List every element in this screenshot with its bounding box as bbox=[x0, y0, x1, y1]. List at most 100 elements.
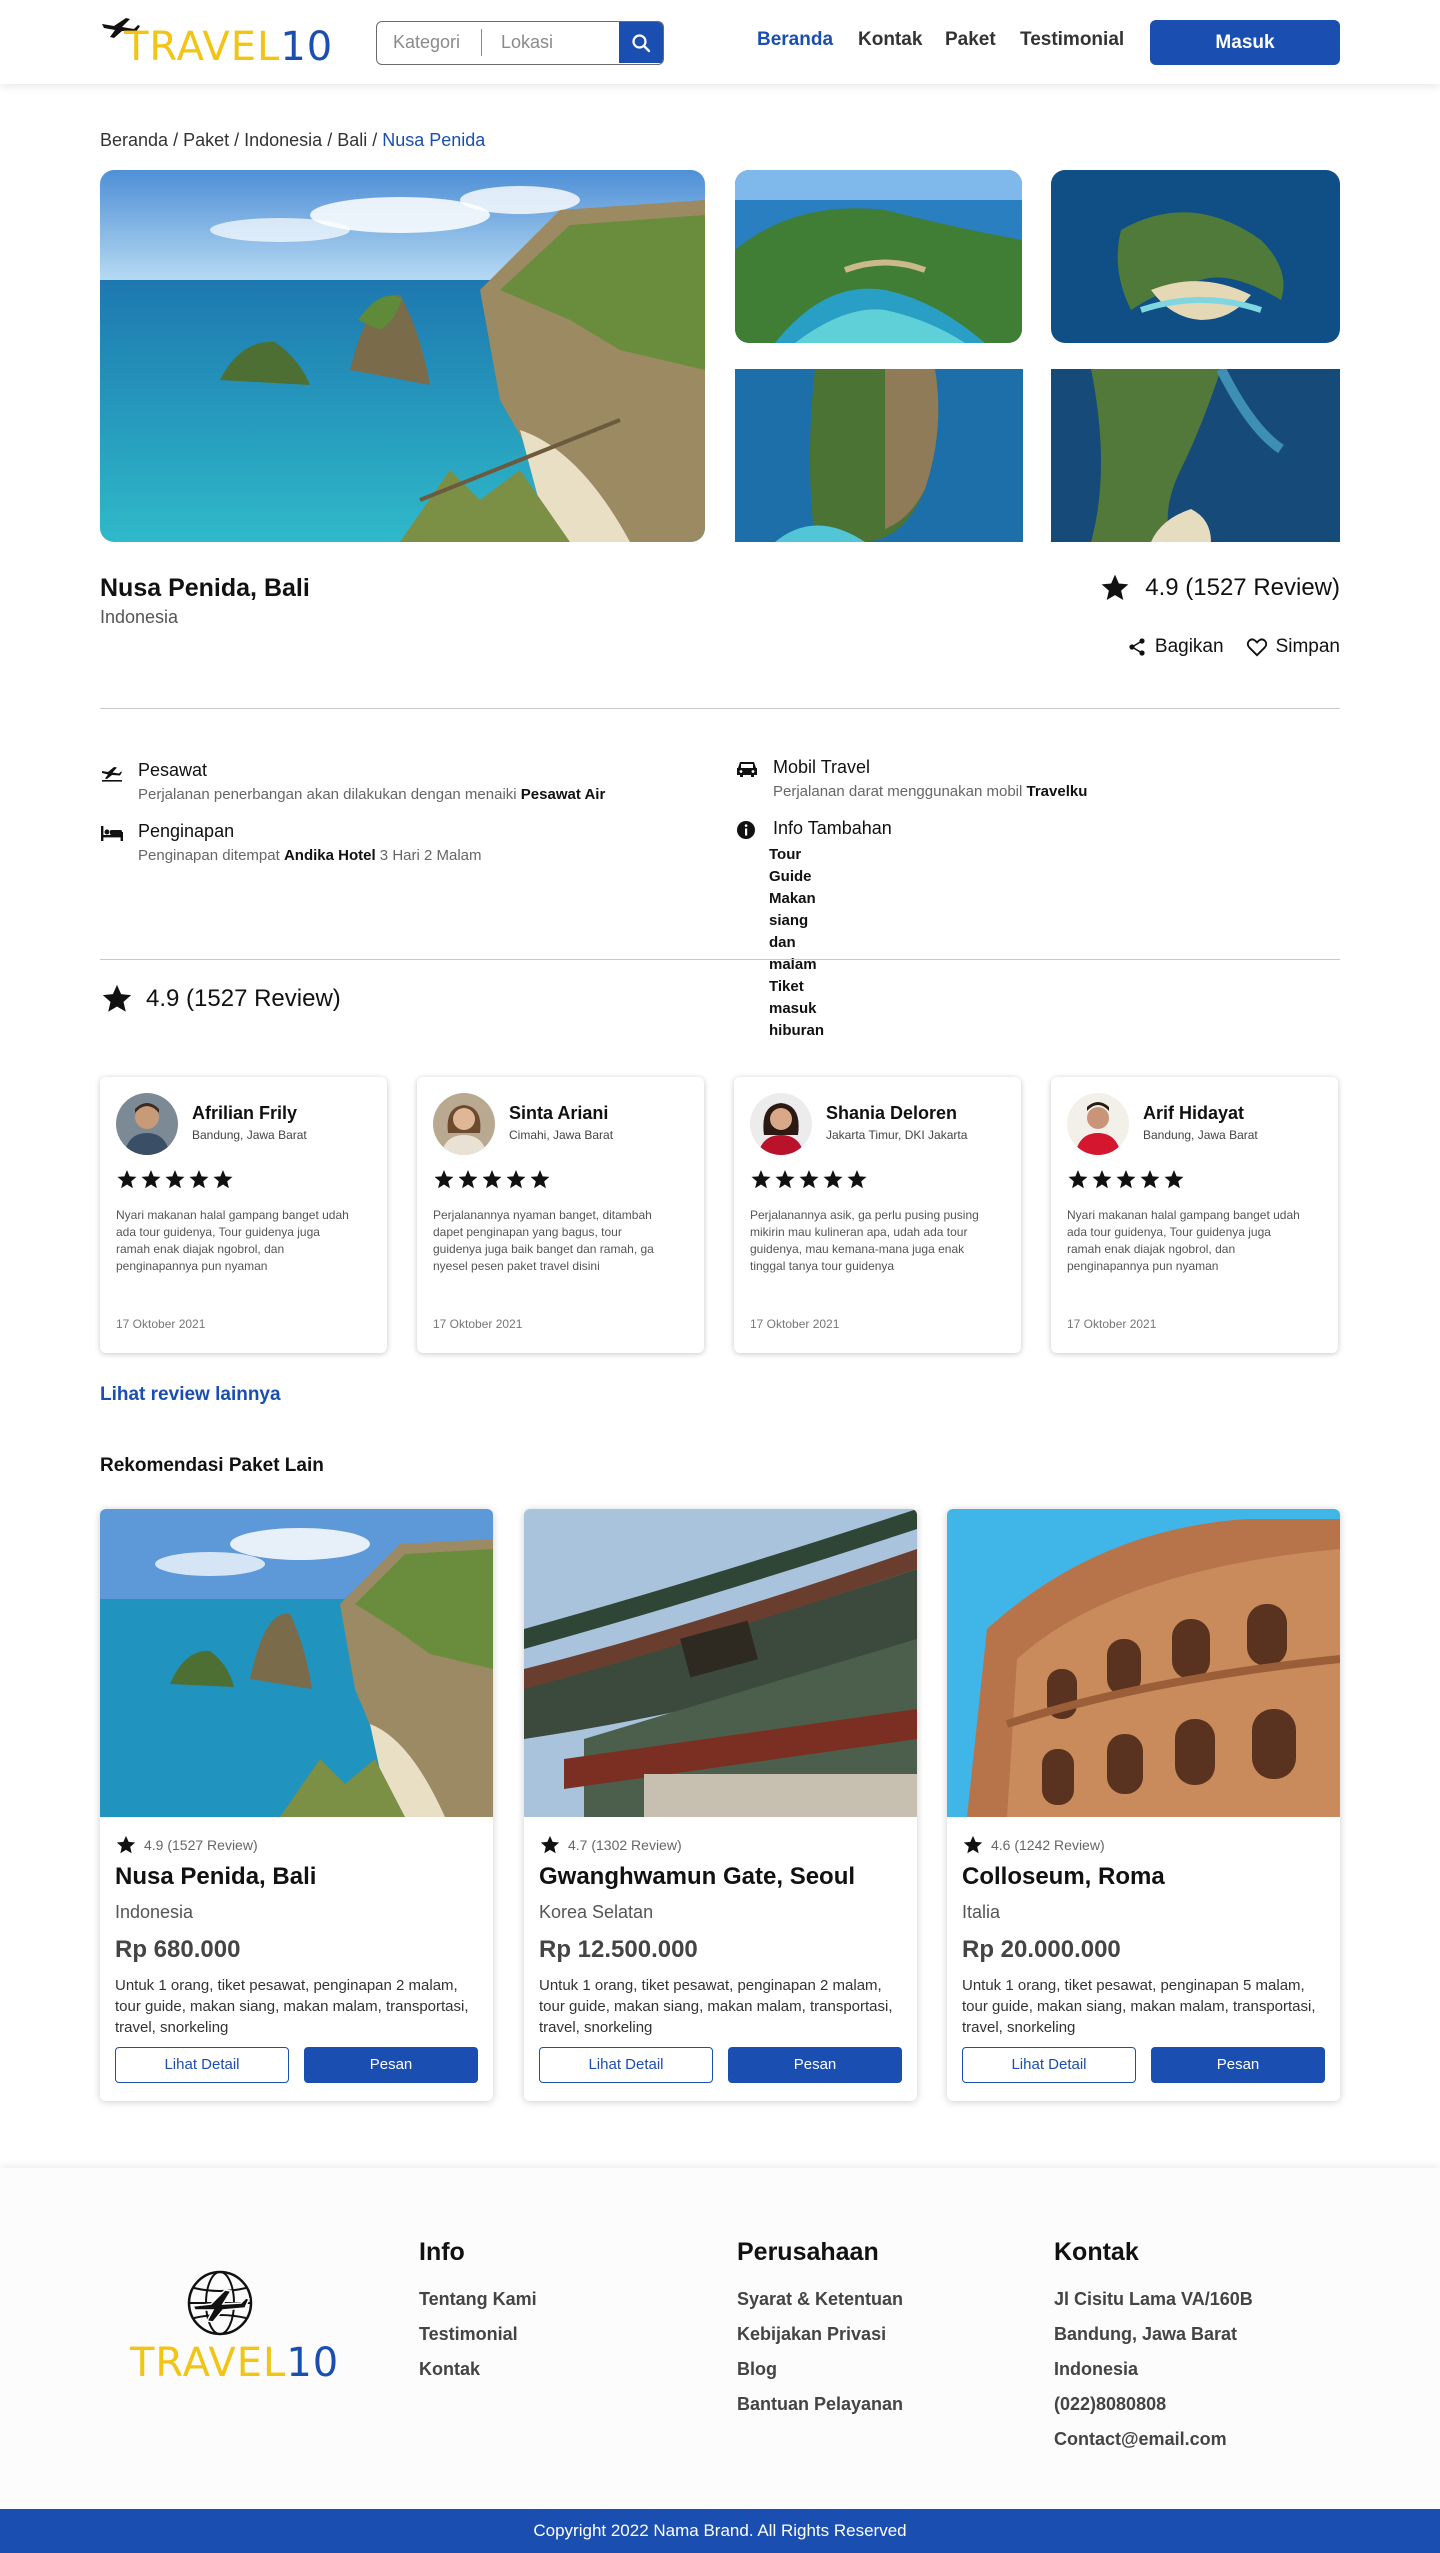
brand-logo[interactable]: TRAVEL10 bbox=[100, 14, 332, 70]
star-rating bbox=[1067, 1169, 1187, 1196]
search-divider bbox=[481, 29, 482, 56]
order-button[interactable]: Pesan bbox=[304, 2047, 478, 2083]
site-footer: TRAVEL10 Info Tentang Kami Testimonial K… bbox=[0, 2168, 1440, 2509]
package-rating: 4.9 (1527 Review) bbox=[115, 1834, 258, 1856]
info-car-highlight: Travelku bbox=[1026, 783, 1088, 800]
footer-link[interactable]: Kontak bbox=[419, 2359, 537, 2380]
star-rating bbox=[116, 1169, 236, 1196]
reviewer-location: Cimahi, Jawa Barat bbox=[509, 1128, 614, 1142]
info-flight-desc: Perjalanan penerbangan akan dilakukan de… bbox=[138, 786, 521, 803]
info-stay-title: Penginapan bbox=[138, 821, 235, 841]
save-button[interactable]: Simpan bbox=[1246, 636, 1340, 658]
footer-logo[interactable]: TRAVEL10 bbox=[130, 2268, 338, 2388]
info-stay-duration: 3 Hari 2 Malam bbox=[375, 847, 482, 864]
reviewer-location: Bandung, Jawa Barat bbox=[1143, 1128, 1258, 1142]
destination-rating: 4.9 (1527 Review) bbox=[1099, 572, 1340, 604]
breadcrumb: Beranda / Paket / Indonesia / Bali / Nus… bbox=[100, 130, 486, 150]
search-icon bbox=[632, 33, 651, 52]
airplane-icon bbox=[102, 767, 122, 782]
package-country: Korea Selatan bbox=[539, 1902, 654, 1922]
logo-text-travel: TRAVEL bbox=[124, 24, 281, 70]
bed-icon bbox=[101, 826, 123, 841]
footer-company-title: Perusahaan bbox=[737, 2238, 879, 2266]
review-text: Perjalanannya asik, ga perlu pusing pusi… bbox=[750, 1208, 979, 1273]
package-price: Rp 680.000 bbox=[115, 1936, 241, 1963]
package-image[interactable] bbox=[100, 1509, 493, 1817]
footer-link[interactable]: Tentang Kami bbox=[419, 2289, 537, 2310]
location-input[interactable]: Lokasi bbox=[501, 22, 553, 63]
review-summary: 4.9 (1527 Review) bbox=[100, 982, 341, 1016]
info-flight-title: Pesawat bbox=[138, 760, 208, 780]
share-label: Bagikan bbox=[1154, 636, 1224, 657]
globe-plane-icon bbox=[187, 2270, 253, 2336]
footer-link[interactable]: Kebijakan Privasi bbox=[737, 2324, 903, 2345]
nav-beranda[interactable]: Beranda bbox=[757, 29, 833, 51]
reviewer-name: Shania Deloren bbox=[826, 1103, 958, 1123]
footer-link[interactable]: Testimonial bbox=[419, 2324, 537, 2345]
review-date: 17 Oktober 2021 bbox=[1067, 1317, 1157, 1331]
package-rating: 4.6 (1242 Review) bbox=[962, 1834, 1105, 1856]
review-card: Arif Hidayat Bandung, Jawa Barat Nyari m… bbox=[1051, 1077, 1338, 1353]
breadcrumb-beranda[interactable]: Beranda bbox=[100, 130, 168, 150]
footer-phone[interactable]: (022)8080808 bbox=[1054, 2394, 1253, 2415]
detail-button[interactable]: Lihat Detail bbox=[539, 2047, 713, 2083]
divider bbox=[100, 959, 1340, 960]
order-button[interactable]: Pesan bbox=[1151, 2047, 1325, 2083]
footer-country: Indonesia bbox=[1054, 2359, 1139, 2379]
login-button[interactable]: Masuk bbox=[1150, 20, 1340, 65]
breadcrumb-paket[interactable]: Paket bbox=[183, 130, 229, 150]
detail-button[interactable]: Lihat Detail bbox=[115, 2047, 289, 2083]
footer-contact: Kontak Jl Cisitu Lama VA/160B Bandung, J… bbox=[1054, 2238, 1253, 2464]
info-stay-highlight: Andika Hotel bbox=[283, 847, 376, 864]
footer-link[interactable]: Bantuan Pelayanan bbox=[737, 2394, 903, 2415]
review-date: 17 Oktober 2021 bbox=[750, 1317, 840, 1331]
package-image[interactable] bbox=[947, 1509, 1340, 1817]
nav-testimonial[interactable]: Testimonial bbox=[1020, 29, 1124, 51]
review-text: Perjalanannya nyaman banget, ditambah da… bbox=[433, 1208, 654, 1273]
footer-link[interactable]: Blog bbox=[737, 2359, 903, 2380]
info-stay-desc: Penginapan ditempat bbox=[138, 847, 284, 864]
share-icon bbox=[1129, 638, 1145, 656]
main-photo[interactable] bbox=[100, 170, 705, 542]
star-icon bbox=[540, 1835, 560, 1854]
order-button[interactable]: Pesan bbox=[728, 2047, 902, 2083]
gallery-photo-2[interactable] bbox=[1051, 170, 1340, 343]
nav-kontak[interactable]: Kontak bbox=[858, 29, 922, 51]
gallery-photo-4[interactable] bbox=[1051, 369, 1340, 542]
search-button[interactable] bbox=[619, 22, 663, 63]
gallery-photo-1[interactable] bbox=[735, 170, 1022, 343]
gallery-photo-3[interactable] bbox=[735, 369, 1023, 542]
reviewer-name: Afrilian Frily bbox=[192, 1103, 298, 1123]
breadcrumb-indonesia[interactable]: Indonesia bbox=[244, 130, 322, 150]
save-label: Simpan bbox=[1275, 636, 1340, 657]
detail-button[interactable]: Lihat Detail bbox=[962, 2047, 1136, 2083]
rating-text: 4.9 (1527 Review) bbox=[1145, 574, 1340, 601]
footer-address: Jl Cisitu Lama VA/160B bbox=[1054, 2289, 1253, 2309]
star-icon bbox=[116, 1835, 136, 1854]
star-icon bbox=[963, 1835, 983, 1854]
footer-company: Perusahaan Syarat & Ketentuan Kebijakan … bbox=[737, 2238, 903, 2429]
package-country: Italia bbox=[962, 1902, 1001, 1922]
footer-info-title: Info bbox=[419, 2238, 465, 2266]
breadcrumb-bali[interactable]: Bali bbox=[337, 130, 367, 150]
category-input[interactable]: Kategori bbox=[393, 22, 460, 63]
avatar bbox=[750, 1093, 812, 1155]
package-name: Nusa Penida, Bali bbox=[115, 1863, 317, 1890]
info-car-desc: Perjalanan darat menggunakan mobil bbox=[773, 783, 1027, 800]
review-card: Shania Deloren Jakarta Timur, DKI Jakart… bbox=[734, 1077, 1021, 1353]
logo-text-10: 10 bbox=[280, 24, 334, 70]
package-description: Untuk 1 orang, tiket pesawat, penginapan… bbox=[115, 1977, 469, 2036]
review-text: Nyari makanan halal gampang banget udah … bbox=[116, 1208, 349, 1273]
more-reviews-link[interactable]: Lihat review lainnya bbox=[100, 1384, 281, 1406]
footer-email[interactable]: Contact@email.com bbox=[1054, 2429, 1253, 2450]
package-image[interactable] bbox=[524, 1509, 917, 1817]
info-icon bbox=[737, 821, 755, 839]
reviewer-location: Bandung, Jawa Barat bbox=[192, 1128, 307, 1142]
footer-link[interactable]: Syarat & Ketentuan bbox=[737, 2289, 903, 2310]
share-button[interactable]: Bagikan bbox=[1127, 636, 1224, 658]
star-rating bbox=[750, 1169, 870, 1196]
info-extra-item: Makan siang dan malam bbox=[769, 890, 817, 973]
info-extra-item: Tour Guide bbox=[769, 846, 812, 885]
nav-paket[interactable]: Paket bbox=[945, 29, 996, 51]
info-extra-item: Tiket masuk hiburan bbox=[769, 978, 824, 1039]
